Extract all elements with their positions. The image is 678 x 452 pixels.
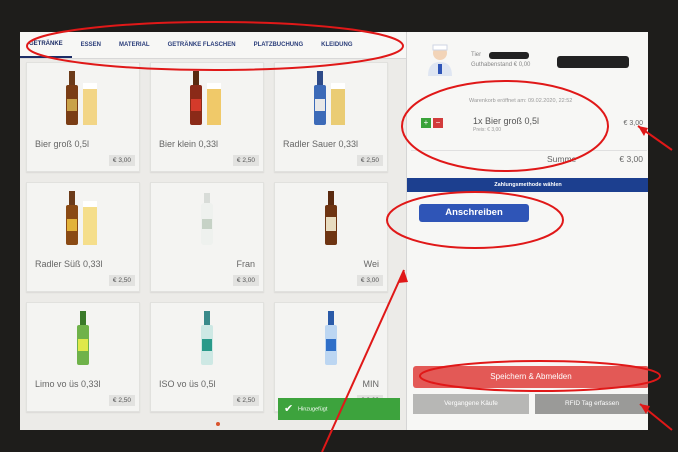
cart-item-name: 1x Bier groß 0,5l <box>473 116 540 126</box>
save-logout-button[interactable]: Speichern & Abmelden <box>413 366 648 388</box>
cart-item-total: € 3,00 <box>623 120 643 127</box>
product-price: € 3,00 <box>108 155 135 166</box>
sum-label: Summe <box>547 154 577 164</box>
cart-box: Warenkorb eröffnet am: 09.02.2020, 22:52… <box>411 90 647 168</box>
product-name: Radler Süß 0,33l <box>35 259 103 269</box>
product-price: € 3,00 <box>356 275 383 286</box>
tab-material[interactable]: MATERIAL <box>110 32 159 58</box>
product-name: ISO vo üs 0,5l <box>159 379 216 389</box>
avatar <box>428 44 452 76</box>
redaction <box>489 52 529 59</box>
product-card[interactable]: Limo vo üs 0,33l € 2,50 <box>26 302 140 412</box>
product-card[interactable]: MIN € 3,00 <box>274 302 388 412</box>
category-tabs: GETRÄNKE ESSEN MATERIAL GETRÄNKE FLASCHE… <box>20 32 406 59</box>
product-card[interactable]: Radler Sauer 0,33l € 2,50 <box>274 62 388 172</box>
cart-opened-date: Warenkorb eröffnet am: 09.02.2020, 22:52 <box>469 98 573 104</box>
product-name: Bier groß 0,5l <box>35 139 90 149</box>
past-purchases-button[interactable]: Vergangene Käufe <box>413 394 529 414</box>
cart-item-price: Preis: € 3,00 <box>473 127 502 133</box>
product-grid: Bier groß 0,5l € 3,00 Bier klein 0,33l €… <box>26 62 406 422</box>
product-card[interactable]: Fran € 3,00 <box>150 182 264 292</box>
beer-bottle-icon <box>66 71 97 125</box>
tab-getraenke-flaschen[interactable]: GETRÄNKE FLASCHEN <box>159 32 245 58</box>
user-balance: Guthabenstand € 0,00 <box>471 62 531 68</box>
page-indicator-dot <box>216 422 220 426</box>
anschreiben-button[interactable]: Anschreiben <box>419 204 529 222</box>
beer-bottle-icon <box>325 191 337 245</box>
user-name: Tier <box>471 52 482 58</box>
payment-method-header: Zahlungsmethode wählen <box>407 178 648 192</box>
radler-bottle-icon <box>66 191 97 245</box>
tab-platzbuchung[interactable]: PLATZBUCHUNG <box>245 32 313 58</box>
product-price: € 2,50 <box>108 275 135 286</box>
radler-bottle-icon <box>314 71 345 125</box>
product-card[interactable]: ISO vo üs 0,5l € 2,50 <box>150 302 264 412</box>
product-price: € 2,50 <box>232 395 259 406</box>
water-bottle-icon <box>201 193 213 245</box>
tab-getraenke[interactable]: GETRÄNKE <box>20 32 72 58</box>
product-name: Radler Sauer 0,33l <box>283 139 359 149</box>
tablet-frame: GETRÄNKE ESSEN MATERIAL GETRÄNKE FLASCHE… <box>0 0 678 452</box>
limo-bottle-icon <box>77 311 89 365</box>
tab-kleidung[interactable]: KLEIDUNG <box>312 32 361 58</box>
product-name: Bier klein 0,33l <box>159 139 219 149</box>
tab-essen[interactable]: ESSEN <box>72 32 110 58</box>
product-card[interactable]: Bier groß 0,5l € 3,00 <box>26 62 140 172</box>
redaction <box>557 56 629 68</box>
product-name: Limo vo üs 0,33l <box>35 379 101 389</box>
toast-text: Hinzugefügt <box>298 406 328 413</box>
rfid-button[interactable]: RFID Tag erfassen <box>535 394 648 414</box>
product-price: € 2,50 <box>108 395 135 406</box>
iso-bottle-icon <box>201 311 213 365</box>
product-price: € 2,50 <box>356 155 383 166</box>
decrease-quantity-button[interactable]: − <box>433 118 443 128</box>
product-card[interactable]: Radler Süß 0,33l € 2,50 <box>26 182 140 292</box>
sum-row: Summe € 3,00 <box>411 150 647 167</box>
product-name: Wei <box>363 259 379 269</box>
product-name: MIN <box>362 379 380 389</box>
beer-bottle-icon <box>190 71 221 125</box>
product-price: € 2,50 <box>232 155 259 166</box>
added-toast: ✔ Hinzugefügt <box>278 398 400 420</box>
checkmark-icon: ✔ <box>284 403 294 415</box>
pos-screen: GETRÄNKE ESSEN MATERIAL GETRÄNKE FLASCHE… <box>20 32 648 430</box>
product-name: Fran <box>236 259 255 269</box>
product-price: € 3,00 <box>232 275 259 286</box>
mineral-bottle-icon <box>325 311 337 365</box>
product-card[interactable]: Bier klein 0,33l € 2,50 <box>150 62 264 172</box>
sum-value: € 3,00 <box>619 154 643 164</box>
increase-quantity-button[interactable]: + <box>421 118 431 128</box>
checkout-panel: Tier Guthabenstand € 0,00 Warenkorb eröf… <box>406 32 648 430</box>
product-card[interactable]: Wei € 3,00 <box>274 182 388 292</box>
